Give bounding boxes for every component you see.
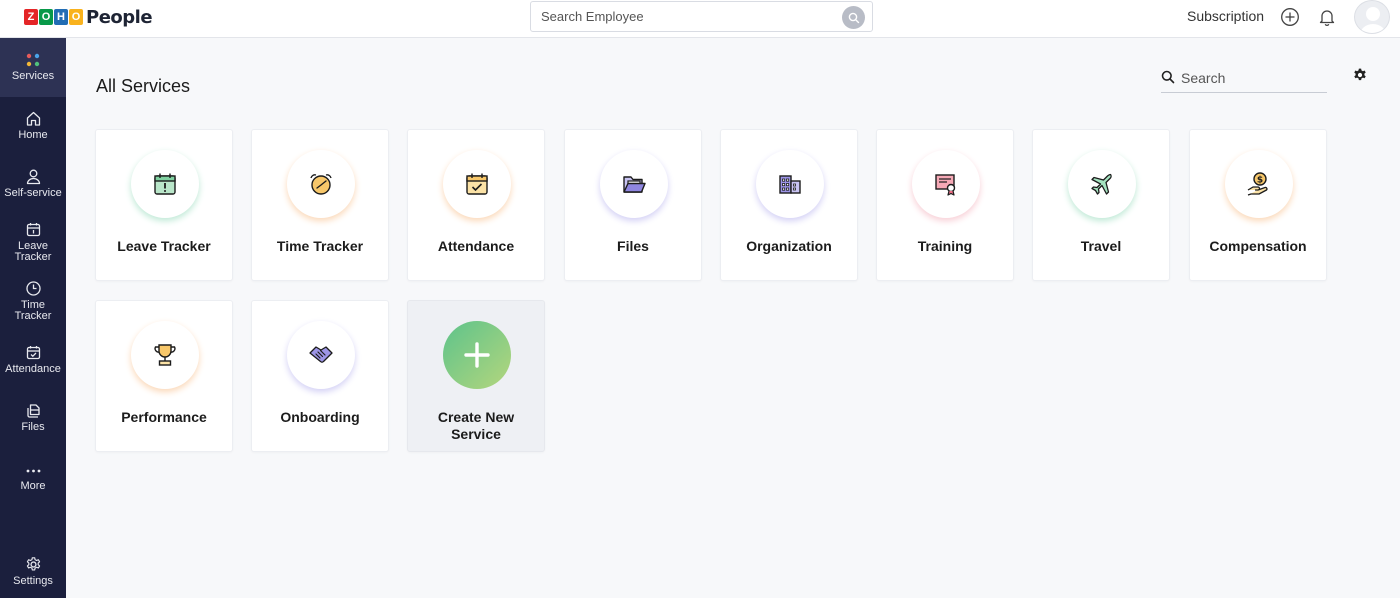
logo-letter: H: [54, 9, 68, 25]
sidebar-item-more[interactable]: More: [0, 464, 66, 492]
user-avatar[interactable]: [1354, 0, 1390, 34]
service-card-compensation[interactable]: $ Compensation: [1189, 129, 1327, 281]
logo-letter: O: [69, 9, 83, 25]
service-label: Performance: [121, 409, 207, 425]
handshake-icon: [309, 346, 333, 363]
service-label: Onboarding: [280, 409, 360, 425]
building-icon: [779, 175, 801, 194]
service-label: Travel: [1080, 238, 1122, 254]
logo-letter: Z: [24, 9, 38, 25]
add-circle-icon[interactable]: [1279, 6, 1301, 28]
sidebar-item-label: Files: [21, 421, 45, 433]
svg-text:$: $: [1257, 175, 1263, 185]
sidebar-item-label: Time Tracker: [14, 299, 52, 322]
subscription-link[interactable]: Subscription: [1187, 8, 1264, 24]
sidebar-item-time-tracker[interactable]: Time Tracker: [0, 280, 66, 322]
sidebar-item-label: Services: [11, 70, 55, 82]
service-card-time-tracker[interactable]: Time Tracker: [251, 129, 389, 281]
service-card-files[interactable]: Files: [564, 129, 702, 281]
service-card-attendance[interactable]: Attendance: [407, 129, 545, 281]
sidebar-item-attendance[interactable]: Attendance: [0, 344, 66, 375]
plus-icon: [443, 321, 511, 389]
create-new-service-card[interactable]: Create New Service: [407, 300, 545, 452]
alarm-clock-icon: [310, 174, 332, 195]
service-icon-circle: [912, 150, 980, 218]
bell-icon[interactable]: [1316, 6, 1338, 28]
top-bar: Z O H O People Subscription: [0, 0, 1400, 38]
calendar-check-icon: [26, 346, 40, 360]
sidebar-item-files[interactable]: Files: [0, 402, 66, 433]
sidebar-item-settings[interactable]: Settings: [0, 556, 66, 587]
service-label: Attendance: [437, 238, 515, 254]
service-icon-circle: $: [1225, 150, 1293, 218]
service-icon-circle: [287, 321, 355, 389]
employee-search-input[interactable]: [531, 2, 821, 31]
more-dots-icon: [26, 469, 40, 473]
home-icon: [26, 111, 40, 126]
sidebar-item-leave-tracker[interactable]: Leave Tracker: [0, 221, 66, 263]
zoho-people-logo[interactable]: Z O H O People: [24, 5, 153, 29]
service-label: Organization: [746, 238, 832, 254]
service-label: Compensation: [1209, 238, 1307, 254]
calendar-icon: [26, 223, 40, 237]
logo-letter: O: [39, 9, 53, 25]
services-search-input[interactable]: [1181, 66, 1321, 90]
sidebar-item-home[interactable]: Home: [0, 110, 66, 141]
certificate-icon: [935, 174, 956, 196]
app-name: People: [86, 6, 153, 28]
trophy-icon: [154, 344, 176, 366]
service-icon-circle: [1068, 150, 1136, 218]
money-hand-icon: $: [1247, 172, 1268, 196]
service-label: Time Tracker: [276, 238, 364, 254]
folder-icon: [623, 176, 646, 193]
files-icon: [26, 404, 40, 418]
service-icon-circle: [131, 150, 199, 218]
services-search: [1161, 66, 1327, 93]
sidebar: Services Home Self-service Leave Tracker…: [0, 38, 66, 598]
employee-search: [530, 1, 873, 32]
service-label: Leave Tracker: [117, 238, 211, 254]
create-new-service-label: Create New Service: [437, 409, 515, 442]
page-title: All Services: [96, 76, 191, 96]
service-card-training[interactable]: Training: [876, 129, 1014, 281]
sidebar-item-self-service[interactable]: Self-service: [0, 168, 66, 199]
sidebar-item-services[interactable]: Services: [0, 38, 66, 97]
service-icon-circle: [131, 321, 199, 389]
service-card-performance[interactable]: Performance: [95, 300, 233, 452]
service-icon-circle: [756, 150, 824, 218]
service-icon-circle: [443, 150, 511, 218]
clock-icon: [25, 281, 41, 296]
sidebar-item-label: Home: [18, 129, 48, 141]
service-label: Files: [617, 238, 649, 254]
service-card-onboarding[interactable]: Onboarding: [251, 300, 389, 452]
search-icon: [1161, 70, 1175, 84]
service-icon-circle: [600, 150, 668, 218]
service-card-travel[interactable]: Travel: [1032, 129, 1170, 281]
gear-icon: [26, 557, 40, 571]
leave-calendar-icon: [154, 173, 176, 195]
sidebar-item-label: Self-service: [4, 187, 62, 199]
service-card-leave-tracker[interactable]: Leave Tracker: [95, 129, 233, 281]
service-card-organization[interactable]: Organization: [720, 129, 858, 281]
services-dots-icon: [26, 53, 40, 67]
service-icon-circle: [287, 150, 355, 218]
attendance-calendar-icon: [466, 173, 488, 195]
sidebar-item-label: More: [20, 480, 46, 492]
service-label: Training: [917, 238, 973, 254]
sidebar-item-label: Leave Tracker: [14, 240, 52, 263]
sidebar-item-label: Attendance: [5, 363, 61, 375]
search-icon[interactable]: [842, 6, 865, 29]
person-icon: [26, 169, 40, 185]
sidebar-item-label: Settings: [13, 575, 53, 587]
airplane-icon: [1091, 173, 1112, 195]
settings-gear-icon[interactable]: [1352, 67, 1370, 85]
